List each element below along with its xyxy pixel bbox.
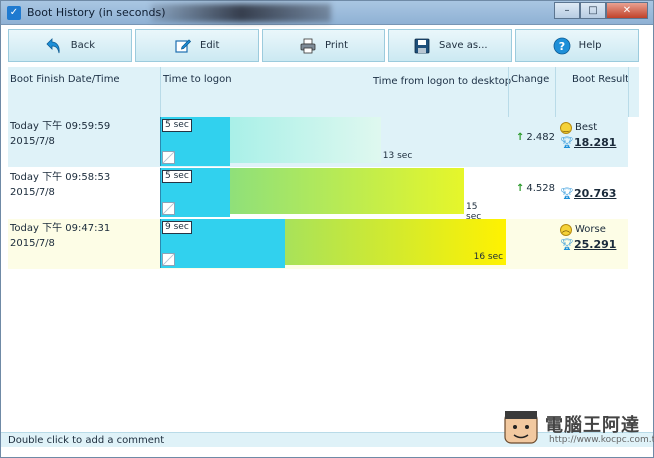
- up-arrow-icon: ↑: [516, 183, 525, 194]
- boot-date-time: Today 下午 09:58:53: [10, 172, 111, 183]
- printer-icon: [299, 37, 317, 55]
- save-as-label: Save as...: [438, 40, 488, 51]
- back-label: Back: [70, 40, 96, 51]
- change-value: ↑ 4.528: [516, 183, 555, 194]
- table-row[interactable]: Today 下午 09:47:31 2015/7/8 9 sec 16 sec …: [8, 219, 628, 269]
- up-arrow-icon: ↑: [516, 132, 525, 143]
- watermark-name: 電腦王阿達: [545, 415, 640, 436]
- comment-icon[interactable]: [162, 151, 175, 164]
- save-as-button[interactable]: Save as...: [388, 29, 513, 62]
- boot-history-table: Boot Finish Date/Time Time to logon Time…: [8, 67, 639, 431]
- help-icon: ?: [553, 37, 571, 55]
- boot-result-link[interactable]: 18.281: [574, 136, 616, 149]
- watermark-url: http://www.kocpc.com.tw: [549, 435, 654, 445]
- total-seconds-label: 13 sec: [382, 151, 413, 161]
- print-button[interactable]: Print: [261, 29, 386, 62]
- window-title: Boot History (in seconds): [27, 6, 166, 19]
- minimize-button[interactable]: –: [554, 2, 580, 19]
- desktop-time-bar: [230, 168, 464, 214]
- happy-face-icon: ‿: [560, 121, 572, 134]
- help-label: Help: [578, 40, 602, 51]
- comment-icon[interactable]: [162, 253, 175, 266]
- back-arrow-icon: [45, 37, 63, 55]
- logon-seconds-label: 5 sec: [162, 119, 192, 132]
- header-divider: [508, 67, 509, 117]
- change-amount: 2.482: [526, 132, 556, 143]
- header-logon-to-desktop: Time from logon to desktop: [373, 76, 512, 87]
- edit-icon: [174, 37, 192, 55]
- table-row[interactable]: Today 下午 09:59:59 2015/7/8 5 sec 13 sec …: [8, 117, 628, 167]
- table-row[interactable]: Today 下午 09:58:53 2015/7/8 5 sec 15 sec …: [8, 168, 628, 222]
- desktop-time-bar: [230, 117, 381, 163]
- app-check-icon: ✓: [7, 6, 21, 20]
- total-seconds-label: 16 sec: [473, 252, 504, 262]
- change-value: ↑ 2.482: [516, 132, 555, 143]
- boot-date-time: Today 下午 09:59:59: [10, 121, 111, 132]
- header-divider: [555, 67, 556, 117]
- logon-seconds-label: 9 sec: [162, 221, 192, 234]
- print-label: Print: [324, 40, 348, 51]
- boot-time-bar: 5 sec 13 sec: [160, 117, 441, 166]
- header-time-to-logon: Time to logon: [163, 74, 232, 85]
- boot-date: 2015/7/8: [10, 187, 55, 198]
- watermark-mascot-icon: [504, 411, 538, 444]
- boot-result-link[interactable]: 25.291: [574, 238, 616, 251]
- edit-button[interactable]: Edit: [134, 29, 259, 62]
- maximize-button[interactable]: □: [580, 2, 606, 19]
- boot-date-time: Today 下午 09:47:31: [10, 223, 111, 234]
- help-button[interactable]: ? Help: [515, 29, 639, 62]
- boot-date: 2015/7/8: [10, 136, 55, 147]
- toolbar: Back Edit Print Save as... ? Help: [8, 29, 639, 63]
- comment-icon[interactable]: [162, 202, 175, 215]
- edit-label: Edit: [200, 40, 220, 51]
- title-bar: ✓ Boot History (in seconds) – □ ✕: [1, 1, 653, 25]
- watermark-logo: 電腦王阿達 http://www.kocpc.com.tw: [501, 405, 654, 453]
- header-boot-result: Boot Result: [572, 74, 630, 85]
- result-badge: Worse: [575, 224, 606, 235]
- close-button[interactable]: ✕: [606, 2, 648, 19]
- svg-text:?: ?: [558, 40, 564, 53]
- trophy-icon: 🏆︎: [560, 238, 574, 251]
- result-badge: Best: [575, 122, 598, 133]
- header-divider: [160, 67, 161, 117]
- boot-date: 2015/7/8: [10, 238, 55, 249]
- desktop-time-bar: [285, 219, 506, 265]
- boot-history-window: ✓ Boot History (in seconds) – □ ✕ Back E…: [0, 0, 654, 458]
- status-text: Double click to add a comment: [8, 435, 165, 446]
- change-amount: 4.528: [526, 183, 556, 194]
- back-button[interactable]: Back: [8, 29, 132, 62]
- logon-seconds-label: 5 sec: [162, 170, 192, 183]
- blurred-region: [151, 4, 331, 22]
- table-header: Boot Finish Date/Time Time to logon Time…: [8, 67, 639, 117]
- boot-time-bar: 5 sec 15 sec: [160, 168, 484, 222]
- worried-face-icon: ︵: [560, 223, 572, 236]
- header-change: Change: [511, 74, 550, 85]
- boot-result-link[interactable]: 20.763: [574, 187, 616, 200]
- trophy-icon: 🏆︎: [560, 187, 574, 200]
- trophy-icon: 🏆︎: [560, 136, 574, 149]
- header-boot-finish: Boot Finish Date/Time: [10, 74, 120, 85]
- floppy-disk-icon: [413, 37, 431, 55]
- header-divider: [628, 67, 629, 117]
- boot-time-bar: 9 sec 16 sec: [160, 219, 506, 268]
